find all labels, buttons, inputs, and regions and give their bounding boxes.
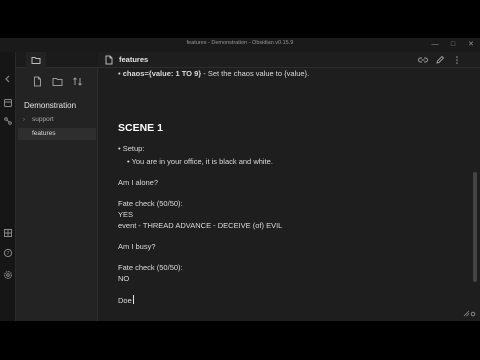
close-button[interactable]: ✕ (464, 39, 478, 51)
folder-icon (31, 57, 41, 64)
note-title[interactable]: features (119, 55, 148, 64)
command-syntax: chaos={value: 1 TO 9} (122, 69, 202, 78)
tree-item-label: features (32, 130, 56, 137)
file-icon (105, 55, 113, 65)
edit-icon[interactable] (435, 55, 445, 65)
new-note-icon[interactable] (32, 76, 43, 87)
maximize-button[interactable]: □ (446, 39, 460, 51)
answer-1: YES (118, 210, 134, 219)
sidebar-tab-strip (16, 52, 98, 68)
graph-view-icon[interactable] (3, 116, 13, 126)
typed-text: Doe (118, 296, 132, 305)
scene-heading: SCENE 1 (118, 122, 163, 134)
note-content[interactable]: • chaos={value: 1 TO 9} - Set the chaos … (118, 68, 460, 321)
left-ribbon: ? (0, 52, 16, 321)
minimize-button[interactable]: — (428, 39, 442, 51)
editor-pane: features • chaos={value: 1 TO 9} - Set t… (98, 52, 480, 321)
resize-grip-icon[interactable] (462, 309, 470, 317)
link-icon[interactable] (418, 55, 428, 65)
question-1: Am I alone? (118, 178, 159, 187)
tree-item-label: support (32, 116, 54, 123)
new-folder-icon[interactable] (52, 76, 63, 87)
random-event: event - THREAD ADVANCE - DECEIVE (of) EV… (118, 221, 283, 230)
editor-scrollbar[interactable] (473, 172, 477, 282)
collapse-sidebar-icon[interactable] (3, 74, 13, 84)
setup-item: • You are in your office, it is black an… (127, 157, 273, 166)
tree-file-features[interactable]: features (18, 128, 96, 140)
file-explorer-tab[interactable] (26, 52, 46, 68)
svg-text:?: ? (7, 251, 10, 257)
fate-check-1: Fate check (50/50): (118, 199, 183, 208)
sort-icon[interactable] (72, 76, 83, 87)
quick-switcher-icon[interactable] (3, 98, 13, 108)
tree-folder-support[interactable]: › support (18, 114, 96, 126)
command-description: - Set the chaos value to {value}. (201, 69, 310, 78)
answer-2: NO (118, 274, 130, 283)
command-list-item: • chaos={value: 1 TO 9} - Set the chaos … (118, 69, 309, 79)
window-title: features - Demonstration - Obsidian v0.1… (186, 40, 294, 46)
question-2: Am I busy? (118, 242, 156, 251)
vault-name[interactable]: Demonstration (24, 101, 76, 110)
typing-line: Doe (118, 295, 134, 306)
more-options-icon[interactable] (452, 55, 462, 65)
fate-check-2: Fate check (50/50): (118, 263, 183, 272)
editor-tab-header: features (98, 52, 480, 68)
folder-caret-icon: › (23, 117, 25, 123)
sync-status-icon[interactable] (470, 311, 476, 317)
file-explorer-sidebar: Demonstration › support features (16, 52, 98, 321)
obsidian-window: features - Demonstration - Obsidian v0.1… (0, 38, 480, 321)
text-cursor (132, 295, 134, 304)
title-bar: features - Demonstration - Obsidian v0.1… (0, 38, 480, 52)
setup-label: • Setup: (118, 144, 145, 153)
vault-icon[interactable] (3, 228, 13, 238)
settings-icon[interactable] (3, 270, 13, 280)
help-icon[interactable]: ? (3, 248, 13, 258)
